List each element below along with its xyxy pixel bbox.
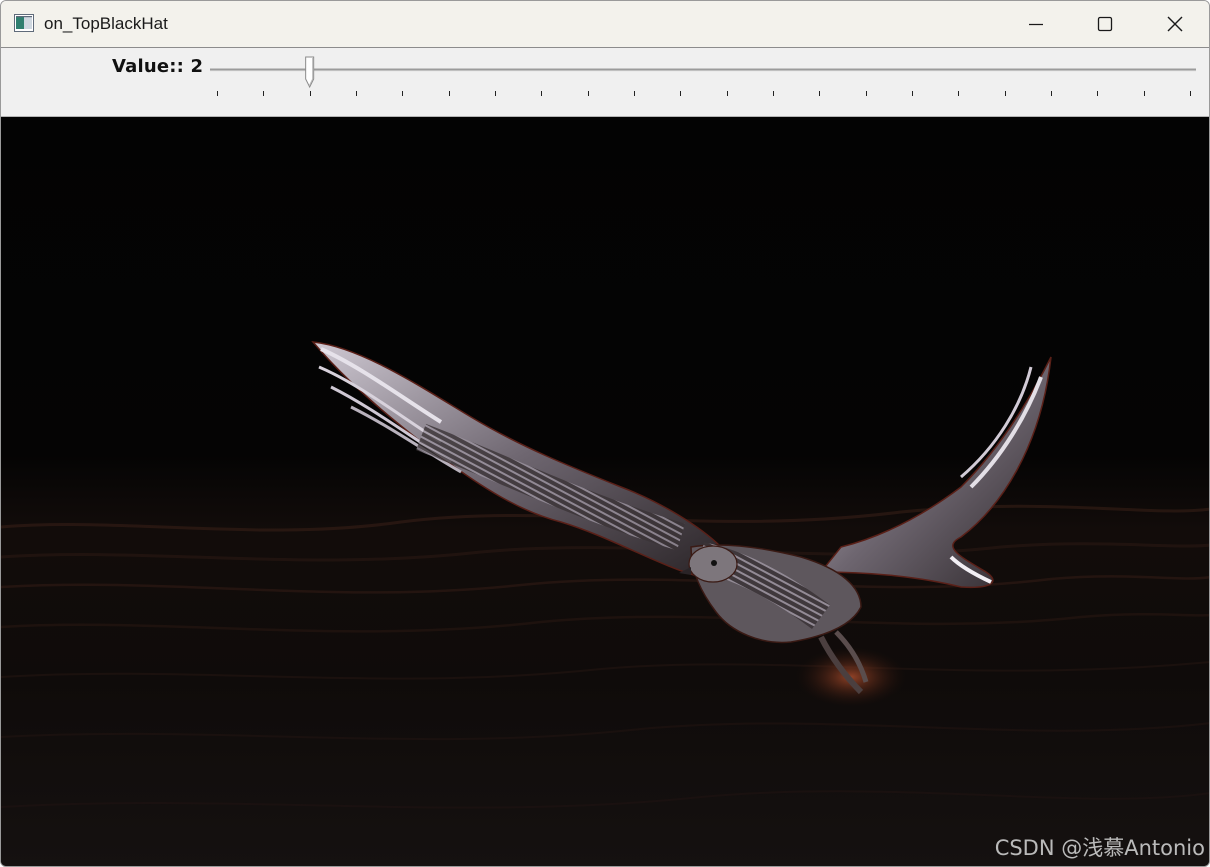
app-window: on_TopBlackHat Value:: 2 CSDN @浅慕Antonio: [0, 0, 1210, 867]
value-slider[interactable]: [201, 48, 1201, 108]
slider-thumb[interactable]: [305, 56, 315, 89]
maximize-button[interactable]: [1070, 1, 1140, 47]
close-icon: [1167, 16, 1183, 32]
minimize-icon: [1029, 23, 1043, 26]
window-title: on_TopBlackHat: [44, 14, 168, 33]
minimize-button[interactable]: [1001, 1, 1071, 47]
title-bar[interactable]: on_TopBlackHat: [1, 1, 1209, 48]
trackbar-label: Value:: 2: [112, 56, 204, 77]
watermark: CSDN @浅慕Antonio: [994, 836, 1205, 860]
close-button[interactable]: [1140, 1, 1209, 47]
hawk-image: [1, 117, 1209, 866]
app-icon: [14, 14, 34, 32]
slider-ticks: [217, 91, 1191, 96]
image-display: CSDN @浅慕Antonio: [1, 117, 1209, 866]
maximize-icon: [1097, 16, 1113, 32]
trackbar-panel: Value:: 2: [1, 48, 1209, 117]
